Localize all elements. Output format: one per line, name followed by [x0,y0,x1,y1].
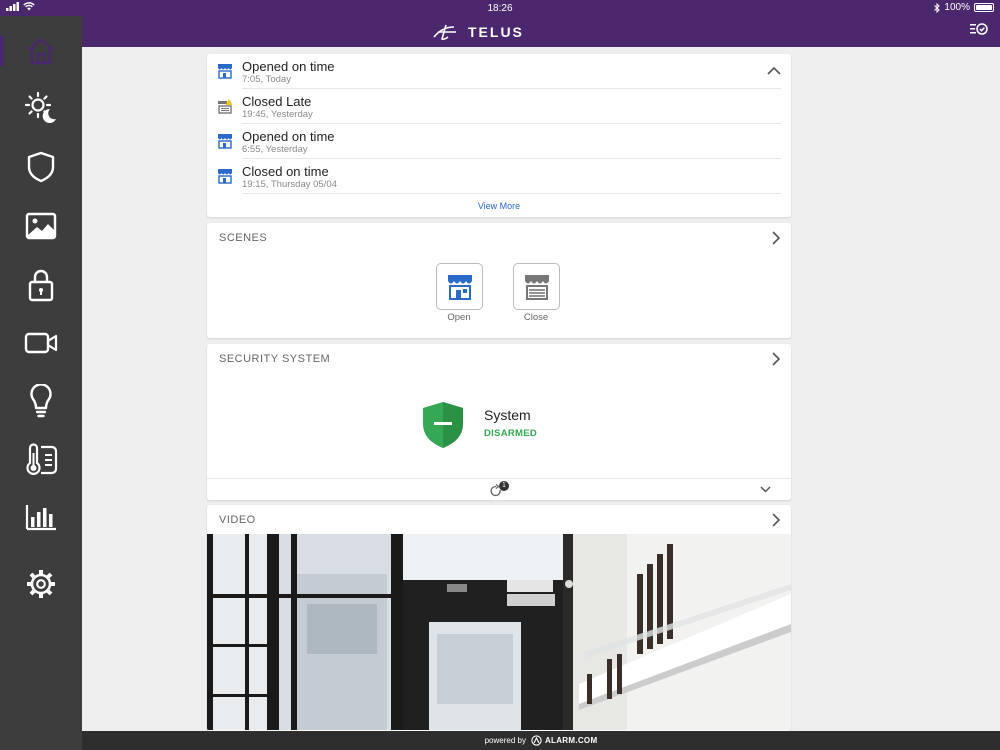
event-time: 6:55, Yesterday [242,144,308,155]
divider [242,193,781,194]
refresh-button[interactable]: 1 [489,481,513,497]
bluetooth-icon [934,2,941,13]
task-list-button[interactable] [970,22,988,41]
sun-moon-icon [24,91,56,123]
provider-name: ALARM.COM [544,736,598,745]
clock: 18:26 [487,3,513,14]
bar-chart-icon [25,505,56,531]
view-more-link[interactable]: View More [207,201,791,211]
checklist-icon [970,23,988,35]
activity-card: Opened on time 7:05, Today Closed Late 1… [207,54,791,217]
status-bar: 18:26 100% [0,0,1000,16]
store-open-icon [447,274,472,300]
event-time: 19:15, Thursday 05/04 [242,179,337,190]
sidebar-item-security[interactable] [0,144,82,190]
chevron-right-icon[interactable] [772,352,781,366]
home-icon [28,37,54,65]
chevron-right-icon[interactable] [772,231,781,245]
sidebar-item-home[interactable] [0,28,82,74]
lock-icon [28,269,54,302]
store-open-icon [218,134,232,149]
status-badge: DISARMED [484,428,538,439]
thermostat-icon [26,443,58,475]
sidebar-nav [0,16,82,750]
list-item[interactable]: Closed on time 19:15, Thursday 05/04 [207,159,791,194]
camera-feed-image [207,534,791,730]
scene-close-button[interactable] [513,263,560,310]
security-title: SECURITY SYSTEM [219,353,331,365]
sidebar-item-scenes[interactable] [0,85,82,131]
sidebar-item-locks[interactable] [0,262,82,308]
sidebar-item-video[interactable] [0,320,82,366]
scene-open-label: Open [447,312,471,323]
video-preview[interactable] [207,534,791,730]
alarm-logo-icon [531,735,542,746]
lightbulb-icon [30,384,52,418]
scene-close-label: Close [523,312,549,323]
list-item[interactable]: Closed Late 19:45, Yesterday [207,89,791,124]
store-closed-late-icon [218,99,233,114]
gear-icon [27,570,55,598]
telus-logo-icon [433,24,456,41]
scene-open-button[interactable] [436,263,483,310]
event-title: Opened on time [242,59,335,74]
video-card: VIDEO [207,505,791,731]
provider-logo: ALARM.COM [531,735,597,746]
video-title: VIDEO [219,514,256,526]
video-camera-icon [24,332,58,354]
event-title: Opened on time [242,129,335,144]
event-title: Closed on time [242,164,329,179]
shield-icon [27,151,55,183]
sidebar-item-settings[interactable] [0,561,82,607]
store-open-icon [218,169,232,184]
image-icon [25,212,57,240]
store-closed-icon [524,274,549,300]
battery-icon [974,3,994,12]
event-time: 19:45, Yesterday [242,109,313,120]
store-open-icon [218,64,232,79]
powered-by-label: powered by [484,736,526,745]
battery-percent: 100% [944,2,970,13]
chevron-right-icon[interactable] [772,513,781,527]
scenes-card: SCENES Open Close [207,223,791,338]
brand-logo: TELUS [432,20,524,44]
footer: powered by ALARM.COM [82,731,1000,750]
system-label: System [484,407,531,423]
chevron-down-icon[interactable] [760,486,771,493]
divider [207,478,791,479]
list-item[interactable]: Opened on time 6:55, Yesterday [207,124,791,159]
sidebar-item-thermostat[interactable] [0,437,82,483]
sidebar-item-reports[interactable] [0,494,82,540]
disarmed-shield-icon[interactable] [421,400,465,450]
event-title: Closed Late [242,94,312,109]
scenes-title: SCENES [219,232,268,244]
list-item[interactable]: Opened on time 7:05, Today [207,54,791,89]
sidebar-item-lights[interactable] [0,378,82,424]
sidebar-item-images[interactable] [0,203,82,249]
notification-badge: 1 [499,481,509,491]
security-system-card: SECURITY SYSTEM System DISARMED 1 [207,344,791,500]
event-time: 7:05, Today [242,74,291,85]
brand-name: TELUS [468,24,524,40]
